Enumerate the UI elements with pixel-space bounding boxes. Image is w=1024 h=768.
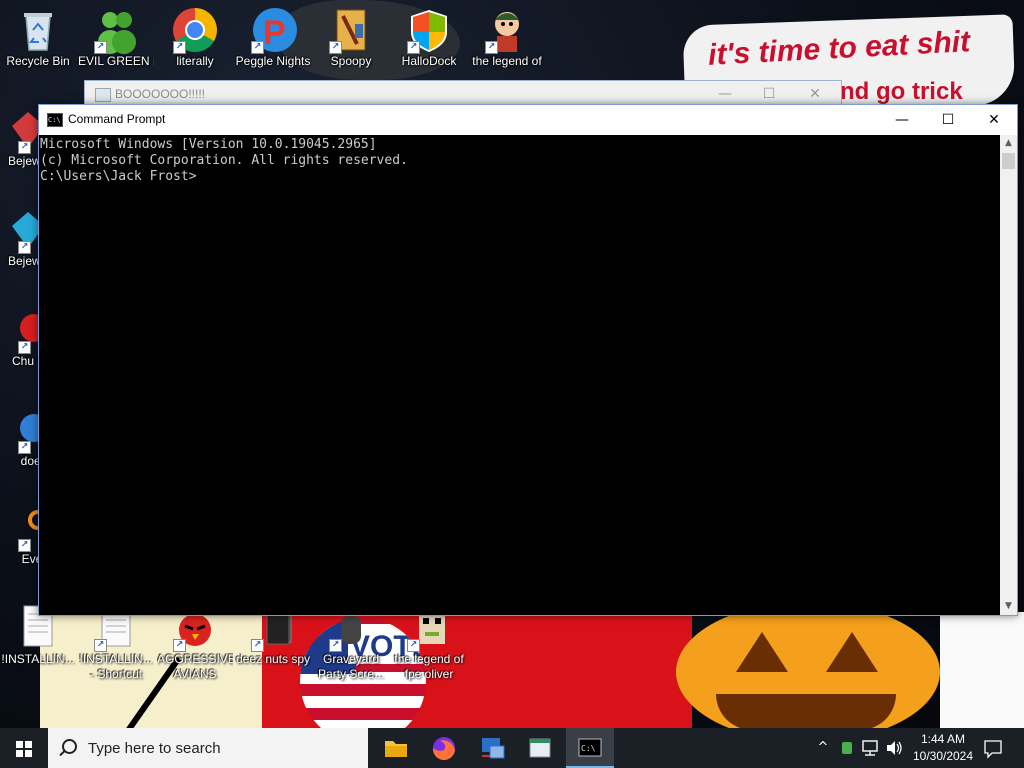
notification-icon bbox=[984, 740, 1002, 759]
notifications-button[interactable] bbox=[978, 728, 1008, 768]
desktop-icon-the-legend-of[interactable]: ↗ the legend of bbox=[469, 6, 545, 69]
clock[interactable]: 1:44 AM 10/30/2024 bbox=[908, 731, 978, 765]
shortcut-arrow-icon: ↗ bbox=[18, 441, 31, 454]
shortcut-arrow-icon: ↗ bbox=[94, 41, 107, 54]
cmd-titlebar[interactable]: C:\ Command Prompt — ☐ ✕ bbox=[39, 105, 1017, 135]
desktop-icon-label: EVIL GREEN MEN CO... bbox=[78, 54, 154, 68]
minimize-button[interactable]: — bbox=[705, 83, 745, 105]
green-men-icon: ↗ bbox=[92, 6, 140, 54]
desktop-icon-label: !INSTALLIN... - Shortcut bbox=[79, 652, 153, 681]
shortcut-arrow-icon: ↗ bbox=[407, 639, 420, 652]
desktop-icon-literally[interactable]: ↗ literally bbox=[157, 6, 233, 69]
wallpaper-shape bbox=[940, 612, 1024, 728]
shortcut-arrow-icon: ↗ bbox=[329, 41, 342, 54]
taskbar-command-prompt[interactable]: C:\ bbox=[566, 728, 614, 768]
pumpkin-eye bbox=[736, 632, 788, 672]
desktop-icon-label: the legend of fpe oliver bbox=[394, 652, 464, 681]
shortcut-arrow-icon: ↗ bbox=[485, 41, 498, 54]
desktop-icon-recycle-bin[interactable]: Recycle Bin bbox=[0, 6, 76, 69]
peggle-icon: P ↗ bbox=[249, 6, 297, 54]
legend-icon: ↗ bbox=[483, 6, 531, 54]
minimize-button[interactable]: — bbox=[879, 105, 925, 135]
console-output[interactable]: Microsoft Windows [Version 10.0.19045.29… bbox=[39, 135, 1000, 617]
recycle-bin-icon bbox=[14, 6, 62, 54]
scroll-thumb[interactable] bbox=[1002, 153, 1015, 169]
chrome-icon: ↗ bbox=[171, 6, 219, 54]
desktop-icon-label: Recycle Bin bbox=[6, 54, 70, 68]
shortcut-arrow-icon: ↗ bbox=[173, 639, 186, 652]
desktop-icon-label: the legend of bbox=[472, 54, 542, 68]
clock-date: 10/30/2024 bbox=[912, 749, 974, 763]
start-button[interactable] bbox=[0, 728, 48, 768]
shortcut-arrow-icon: ↗ bbox=[18, 539, 31, 552]
window-icon bbox=[95, 88, 111, 102]
console-line: Microsoft Windows [Version 10.0.19045.29… bbox=[40, 137, 377, 152]
shortcut-arrow-icon: ↗ bbox=[94, 639, 107, 652]
firefox-icon bbox=[432, 737, 455, 761]
desktop-icon-label: Spoopy bbox=[330, 54, 372, 68]
maximize-button[interactable]: ☐ bbox=[749, 83, 789, 105]
shortcut-arrow-icon: ↗ bbox=[329, 639, 342, 652]
desktop-icon-label: literally bbox=[176, 54, 214, 68]
shortcut-arrow-icon: ↗ bbox=[251, 41, 264, 54]
cmd-icon: C:\ bbox=[578, 738, 602, 757]
clock-time: 1:44 AM bbox=[920, 732, 966, 746]
svg-text:C:\: C:\ bbox=[581, 744, 596, 753]
network-icon bbox=[482, 738, 505, 759]
volume-button[interactable] bbox=[882, 728, 906, 768]
shortcut-arrow-icon: ↗ bbox=[173, 41, 186, 54]
taskbar: Type here to search C:\ ^ 1:44 AM 10/30/… bbox=[0, 728, 1024, 768]
close-button[interactable]: ✕ bbox=[795, 83, 835, 105]
pumpkin-image bbox=[676, 602, 940, 728]
network-status-icon bbox=[862, 740, 878, 756]
desktop-icon-label: deez nuts spy bbox=[235, 652, 311, 666]
vertical-scrollbar[interactable]: ▲ ▼ bbox=[1000, 135, 1017, 615]
scroll-down-arrow-icon[interactable]: ▼ bbox=[1000, 598, 1017, 615]
window-title: Command Prompt bbox=[68, 112, 166, 126]
spoopy-icon: ↗ bbox=[327, 6, 375, 54]
taskbar-firefox[interactable] bbox=[420, 728, 468, 768]
command-prompt-window[interactable]: C:\ Command Prompt — ☐ ✕ Microsoft Windo… bbox=[38, 104, 1018, 616]
shortcut-arrow-icon: ↗ bbox=[407, 41, 420, 54]
windows-logo-icon bbox=[16, 741, 32, 757]
network-status-button[interactable] bbox=[858, 728, 882, 768]
scroll-up-arrow-icon[interactable]: ▲ bbox=[1000, 135, 1017, 152]
maximize-button[interactable]: ☐ bbox=[925, 105, 971, 135]
console-prompt[interactable]: C:\Users\Jack Frost> bbox=[40, 169, 1000, 185]
shortcut-arrow-icon: ↗ bbox=[18, 241, 31, 254]
close-button[interactable]: ✕ bbox=[971, 105, 1017, 135]
pumpkin-eye bbox=[826, 632, 878, 672]
show-hidden-icons-button[interactable]: ^ bbox=[812, 728, 834, 768]
search-placeholder: Type here to search bbox=[88, 740, 221, 757]
search-box[interactable]: Type here to search bbox=[48, 728, 368, 768]
desktop-icon-evil-green-men[interactable]: ↗ EVIL GREEN MEN CO... bbox=[78, 6, 154, 69]
pumpkin-mouth bbox=[716, 694, 896, 728]
hallodock-icon: ↗ bbox=[405, 6, 453, 54]
taskbar-window-app[interactable] bbox=[516, 728, 564, 768]
desktop-icon-label: AGGRESSIVE AVIANS bbox=[157, 652, 233, 681]
svg-text:P: P bbox=[263, 14, 286, 52]
shortcut-arrow-icon: ↗ bbox=[251, 639, 264, 652]
window-icon bbox=[529, 738, 551, 758]
background-window-title: BOOOOOOO!!!!! bbox=[115, 87, 206, 101]
desktop-icon-hallodock[interactable]: ↗ HalloDock bbox=[391, 6, 467, 69]
desktop-icon-spoopy[interactable]: ↗ Spoopy bbox=[313, 6, 389, 69]
green-tray-icon bbox=[842, 742, 852, 754]
taskbar-network-app[interactable] bbox=[468, 728, 516, 768]
search-icon bbox=[62, 739, 77, 754]
wallpaper-sign-text-2: nd go trick bbox=[840, 78, 963, 105]
desktop-icon-label: HalloDock bbox=[401, 54, 457, 68]
desktop-icon-label: Graveyard Party Scre... bbox=[317, 652, 385, 681]
shortcut-arrow-icon: ↗ bbox=[18, 141, 31, 154]
speaker-icon bbox=[887, 741, 902, 755]
taskbar-file-explorer[interactable] bbox=[372, 728, 420, 768]
cmd-icon: C:\ bbox=[47, 113, 63, 127]
shortcut-arrow-icon: ↗ bbox=[18, 341, 31, 354]
desktop-icon-label: Peggle Nights bbox=[235, 54, 311, 68]
desktop-icon-peggle-nights[interactable]: P ↗ Peggle Nights bbox=[235, 6, 311, 69]
console-line: (c) Microsoft Corporation. All rights re… bbox=[40, 153, 408, 168]
desktop-icon-label: !INSTALLIN... bbox=[1, 652, 75, 666]
folder-icon bbox=[385, 741, 407, 757]
tray-app-icon[interactable] bbox=[836, 728, 858, 768]
